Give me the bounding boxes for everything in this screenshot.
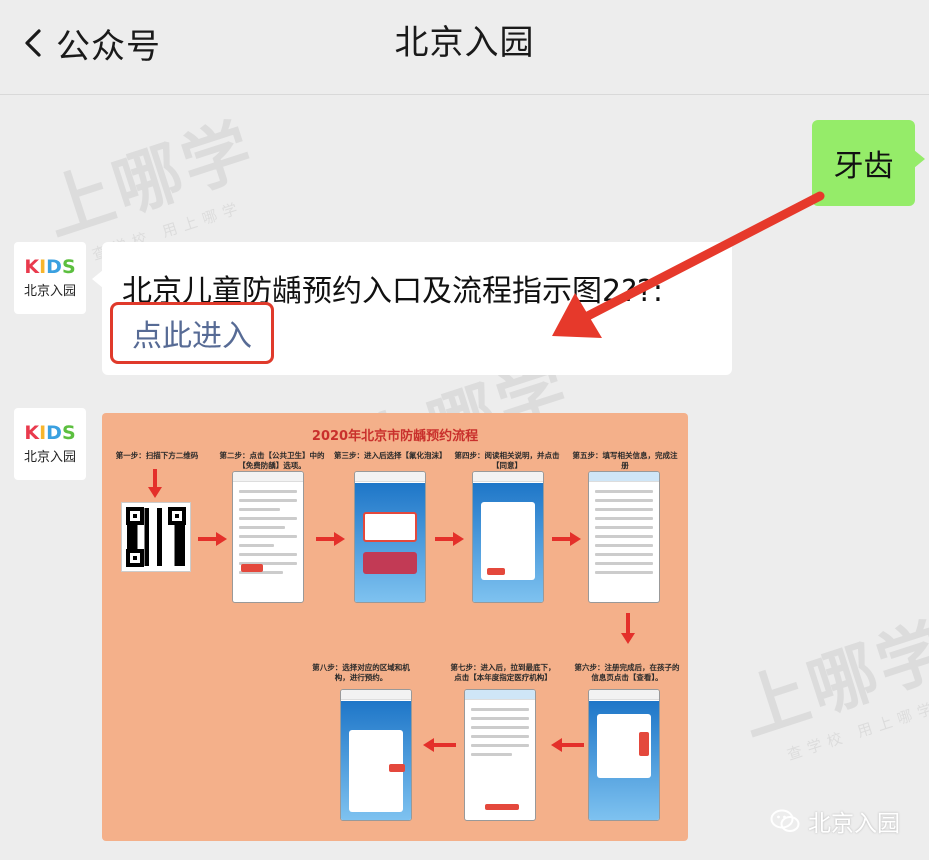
step-label: 第五步：填写相关信息，完成注册 [572,451,678,470]
step-label: 第三步：进入后选择【氟化泡沫】 [334,451,447,460]
phone-screenshot [588,471,660,603]
avatar-name: 北京入园 [23,284,76,299]
arrow-right-icon [316,532,345,546]
enter-link[interactable]: 点此进入 [110,302,274,364]
step-label: 第七步：进入后，拉到最底下，点击【本年度指定医疗机构】 [450,663,556,682]
phone-screenshot [588,689,660,821]
sender-avatar[interactable]: KIDS 北京入园 [14,408,86,480]
phone-screenshot [354,471,426,603]
watermark: 上哪学 查学校 用上哪学 [730,609,929,764]
arrow-right-icon [435,532,464,546]
kids-logo: KIDS [24,422,76,444]
back-label: 公众号 [56,26,161,67]
incoming-message-bubble[interactable]: 北京儿童防龋预约入口及流程指示图2??: 点此进入 [92,242,732,375]
arrow-down-icon [148,469,162,498]
flow-chart-image[interactable]: 2020年北京市防龋预约流程 第一步：扫描下方二维码 第二步：点击【公共卫生】中… [102,413,688,841]
step-label: 第四步：阅读相关说明，并点击【同意】 [454,451,560,470]
phone-screenshot [472,471,544,603]
source-name: 北京入园 [808,811,900,837]
arrow-right-icon [198,532,227,546]
step-label: 第一步：扫描下方二维码 [115,451,199,460]
phone-screenshot [232,471,304,603]
arrow-left-icon [551,738,584,752]
phone-screenshot [340,689,412,821]
step-label: 第二步：点击【公共卫生】中的【免费防龋】选项。 [219,451,325,470]
outgoing-message-text: 牙齿 [833,149,894,184]
arrow-down-icon [621,613,635,644]
source-watermark: 北京入园 [770,804,900,838]
kids-logo: KIDS [24,256,76,278]
arrow-right-icon [552,532,581,546]
step-label: 第八步：选择对应的区域和机构，进行预约。 [312,663,410,682]
arrow-left-icon [423,738,456,752]
phone-screenshot [464,689,536,821]
back-button[interactable]: 公众号 [22,18,161,68]
wechat-icon [770,809,800,832]
navigation-bar: 公众号 北京入园 [0,0,929,95]
qr-code [121,502,191,572]
flow-title: 2020年北京市防龋预约流程 [311,429,479,444]
outgoing-message-bubble[interactable]: 牙齿 [812,120,925,206]
step-label: 第六步：注册完成后，在孩子的信息页点击【查看】。 [574,663,680,682]
sender-avatar[interactable]: KIDS 北京入园 [14,242,86,314]
avatar-name: 北京入园 [23,450,76,465]
chevron-left-icon [25,29,41,57]
